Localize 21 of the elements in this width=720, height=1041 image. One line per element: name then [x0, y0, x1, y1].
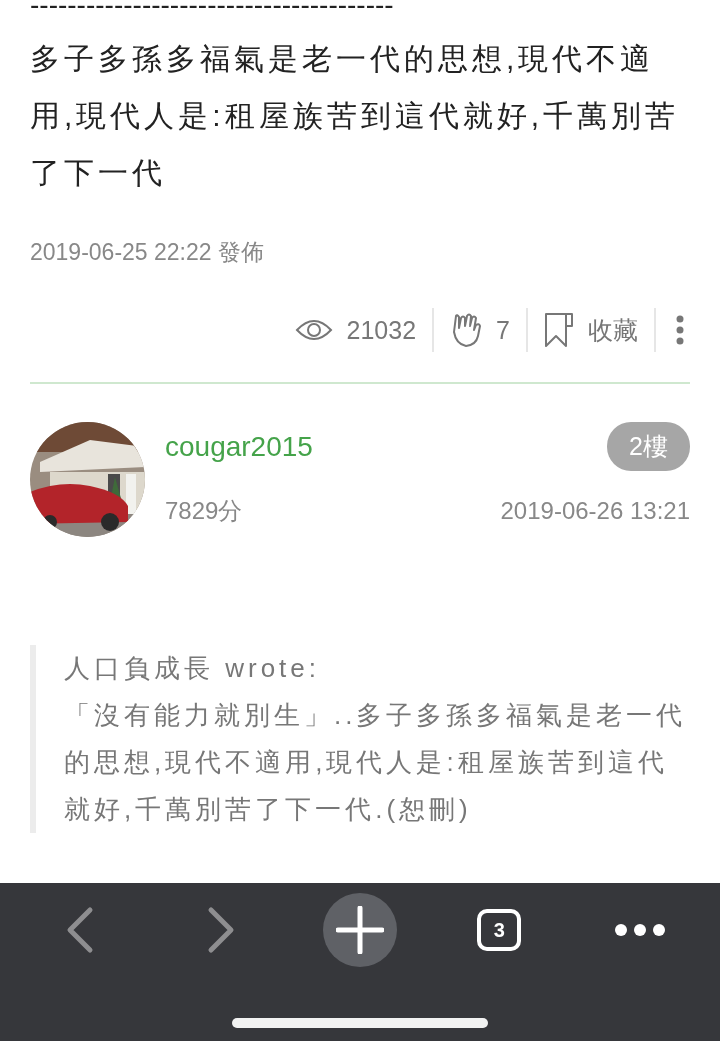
chevron-left-icon — [66, 906, 95, 954]
quote-author: 人口負成長 wrote: — [64, 652, 322, 685]
bookmark-label[interactable]: 收藏 — [588, 313, 638, 347]
username-link[interactable]: cougar2015 — [165, 430, 313, 463]
floor-badge: 2樓 — [607, 422, 690, 471]
more-dots-icon — [613, 923, 666, 937]
tabs-button[interactable]: 3 — [477, 909, 522, 951]
user-points: 7829分 — [165, 496, 243, 526]
eye-icon — [294, 318, 333, 342]
quote-text: 「沒有能力就別生」..多子多孫多福氣是老一代的思想,現代不適用,現代人是:租屋族苦到這代就好,千萬別苦了下一代.(恕刪) — [64, 699, 688, 826]
post-date: 2019-06-25 22:22 發佈 — [30, 238, 265, 267]
more-options-icon[interactable] — [676, 315, 684, 345]
post-body: 多子多孫多福氣是老一代的思想,現代不適用,現代人是:租屋族苦到這代就好,千萬別苦了下一代 — [30, 41, 680, 191]
view-count: 21032 — [346, 315, 417, 345]
plus-icon — [335, 906, 384, 954]
clap-count: 7 — [496, 315, 510, 345]
dashed-separator: --------------------------------------- — [30, 0, 395, 16]
chevron-right-icon — [206, 906, 235, 954]
clapping-hands-icon[interactable] — [450, 312, 483, 348]
reply-time: 2019-06-26 13:21 — [500, 497, 690, 525]
bookmark-icon[interactable] — [544, 312, 574, 348]
